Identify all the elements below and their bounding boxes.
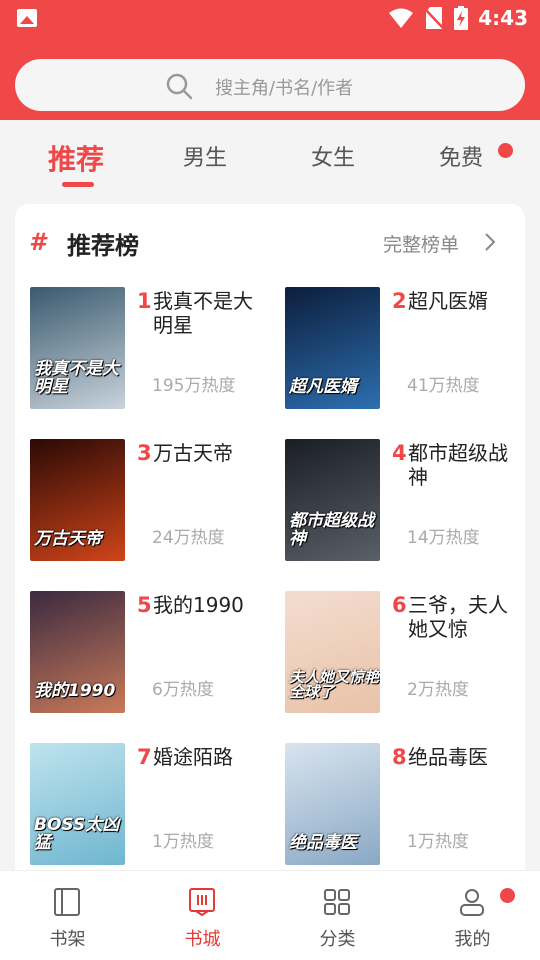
book-cover[interactable]: 夫人她又惊艳全球了 bbox=[285, 591, 380, 713]
no-sim-icon bbox=[424, 7, 445, 29]
book-rank: 1 bbox=[137, 289, 152, 313]
nav-label: 书城 bbox=[184, 929, 221, 950]
nav-bookstore[interactable]: 书城 bbox=[135, 871, 270, 960]
tab-active-indicator bbox=[62, 182, 94, 187]
cover-title: 绝品毒医 bbox=[289, 833, 357, 854]
book-cover[interactable]: BOSS太凶猛 bbox=[30, 743, 125, 865]
book-heat: 195万热度 bbox=[152, 376, 236, 396]
tab-free-badge bbox=[498, 143, 513, 158]
profile-icon bbox=[460, 889, 484, 916]
book-item[interactable]: 夫人她又惊艳全球了 6 三爷，夫人她又惊 2万热度 bbox=[285, 591, 525, 721]
gallery-notification-icon bbox=[17, 9, 37, 27]
book-cover[interactable]: 超凡医婿 bbox=[285, 287, 380, 409]
book-rank: 6 bbox=[392, 593, 407, 617]
book-rank: 8 bbox=[392, 745, 407, 769]
chevron-right-icon[interactable] bbox=[482, 232, 498, 252]
book-item[interactable]: BOSS太凶猛 7 婚途陌路 1万热度 bbox=[30, 743, 270, 873]
book-heat: 24万热度 bbox=[152, 528, 225, 548]
bottom-nav: 书架 书城 分类 我的 bbox=[0, 870, 540, 960]
book-title: 都市超级战神 bbox=[408, 441, 508, 489]
book-item[interactable]: 绝品毒医 8 绝品毒医 1万热度 bbox=[285, 743, 525, 873]
bookstore-icon bbox=[189, 888, 215, 917]
book-rank: 2 bbox=[392, 289, 407, 313]
nav-label: 我的 bbox=[454, 929, 491, 950]
tab-free[interactable]: 免费 bbox=[439, 140, 483, 172]
category-tabs: 推荐 男生 女生 免费 bbox=[0, 120, 540, 200]
book-title: 我真不是大明星 bbox=[153, 289, 253, 337]
nav-bookshelf[interactable]: 书架 bbox=[0, 871, 135, 960]
cover-title: 万古天帝 bbox=[34, 529, 102, 550]
wifi-icon bbox=[389, 8, 414, 28]
book-rank: 4 bbox=[392, 441, 407, 465]
nav-label: 书架 bbox=[49, 929, 86, 950]
book-title: 万古天帝 bbox=[153, 441, 233, 465]
nav-category[interactable]: 分类 bbox=[270, 871, 405, 960]
book-cover[interactable]: 我真不是大明星 bbox=[30, 287, 125, 409]
bookshelf-icon bbox=[54, 888, 80, 916]
book-heat: 41万热度 bbox=[407, 376, 480, 396]
book-title: 我的1990 bbox=[153, 593, 244, 617]
book-heat: 1万热度 bbox=[407, 832, 469, 852]
ranking-hash-icon: # bbox=[29, 228, 46, 256]
book-rank: 5 bbox=[137, 593, 152, 617]
book-item[interactable]: 超凡医婿 2 超凡医婿 41万热度 bbox=[285, 287, 525, 417]
book-heat: 14万热度 bbox=[407, 528, 480, 548]
search-placeholder: 搜主角/书名/作者 bbox=[215, 78, 354, 99]
ranking-card: # 推荐榜 完整榜单 我真不是大明星 1 我真不是大明星 195万热度 超凡医婿… bbox=[15, 204, 525, 884]
status-time: 4:43 bbox=[478, 6, 528, 30]
book-heat: 2万热度 bbox=[407, 680, 469, 700]
book-rank: 3 bbox=[137, 441, 152, 465]
book-title: 绝品毒医 bbox=[408, 745, 488, 769]
book-cover[interactable]: 都市超级战神 bbox=[285, 439, 380, 561]
book-item[interactable]: 我真不是大明星 1 我真不是大明星 195万热度 bbox=[30, 287, 270, 417]
tab-recommend[interactable]: 推荐 bbox=[48, 138, 104, 178]
nav-label: 分类 bbox=[319, 929, 356, 950]
header: 4:43 搜主角/书名/作者 bbox=[0, 0, 540, 120]
category-icon bbox=[324, 889, 350, 915]
book-item[interactable]: 万古天帝 3 万古天帝 24万热度 bbox=[30, 439, 270, 569]
cover-title: BOSS太凶猛 bbox=[34, 815, 120, 854]
book-item[interactable]: 我的1990 5 我的1990 6万热度 bbox=[30, 591, 270, 721]
book-cover[interactable]: 万古天帝 bbox=[30, 439, 125, 561]
book-cover[interactable]: 我的1990 bbox=[30, 591, 125, 713]
cover-title: 夫人她又惊艳全球了 bbox=[289, 667, 380, 702]
cover-title: 都市超级战神 bbox=[289, 511, 374, 550]
search-icon bbox=[166, 73, 193, 100]
book-title: 超凡医婿 bbox=[408, 289, 488, 313]
book-heat: 1万热度 bbox=[152, 832, 214, 852]
book-title: 婚途陌路 bbox=[153, 745, 233, 769]
status-icons: 4:43 bbox=[388, 4, 528, 32]
cover-title: 超凡医婿 bbox=[289, 377, 357, 398]
book-item[interactable]: 都市超级战神 4 都市超级战神 14万热度 bbox=[285, 439, 525, 569]
cover-title: 我的1990 bbox=[34, 681, 116, 702]
full-ranking-link[interactable]: 完整榜单 bbox=[383, 230, 459, 257]
nav-profile[interactable]: 我的 bbox=[405, 871, 540, 960]
search-bar[interactable]: 搜主角/书名/作者 bbox=[15, 59, 525, 111]
cover-title: 我真不是大明星 bbox=[34, 359, 119, 398]
tab-male[interactable]: 男生 bbox=[183, 140, 227, 172]
battery-charging-icon bbox=[454, 6, 469, 30]
book-heat: 6万热度 bbox=[152, 680, 214, 700]
ranking-title: 推荐榜 bbox=[67, 232, 139, 260]
book-cover[interactable]: 绝品毒医 bbox=[285, 743, 380, 865]
tab-female[interactable]: 女生 bbox=[311, 140, 355, 172]
status-bar: 4:43 bbox=[0, 0, 540, 38]
book-rank: 7 bbox=[137, 745, 152, 769]
book-title: 三爷，夫人她又惊 bbox=[408, 593, 508, 641]
profile-badge bbox=[500, 888, 515, 903]
